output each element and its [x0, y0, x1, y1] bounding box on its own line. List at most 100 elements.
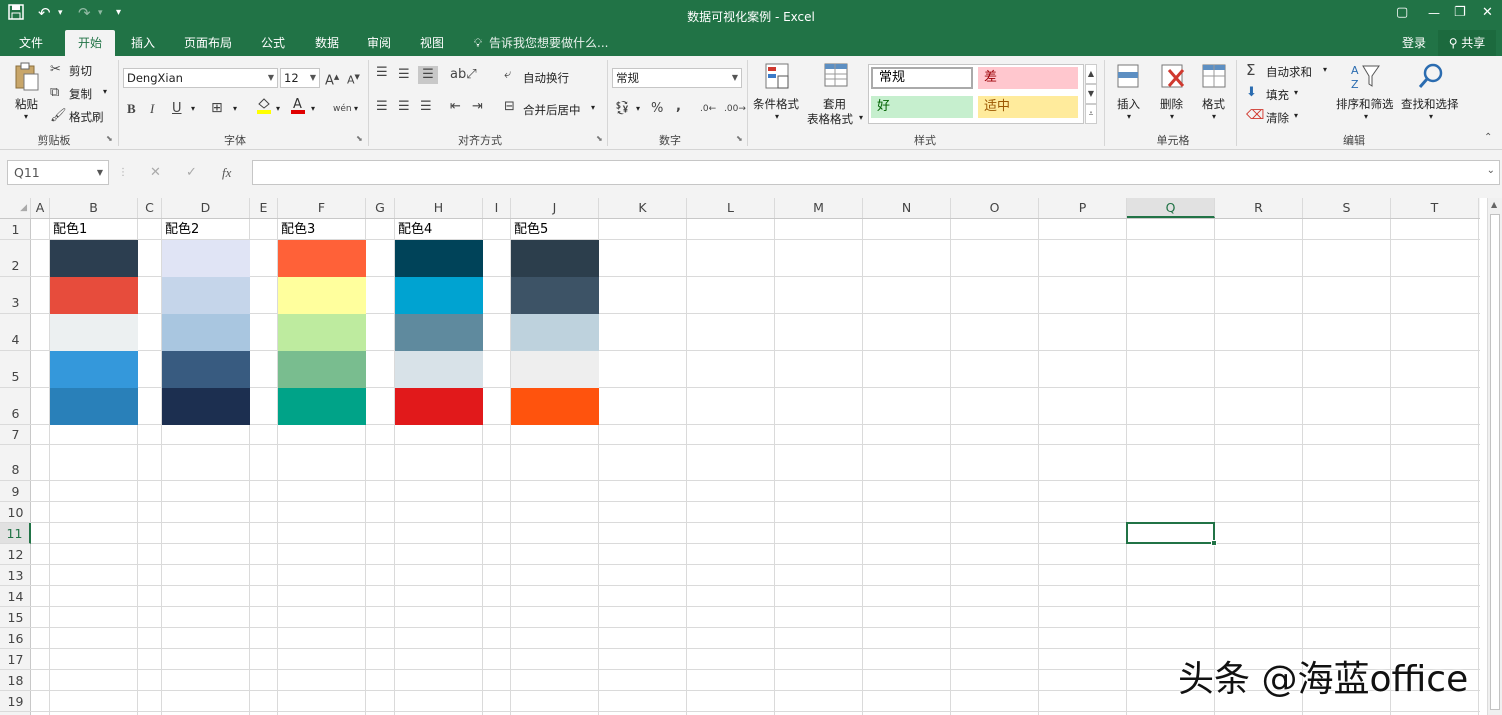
delete-cells-button[interactable]: 删除 — [1160, 96, 1183, 112]
align-top-icon[interactable]: ☰ — [376, 64, 388, 82]
tab-page-layout[interactable]: 页面布局 — [177, 30, 239, 56]
currency-dropdown-icon[interactable]: ▾ — [636, 104, 640, 113]
color-swatch[interactable] — [278, 314, 366, 351]
color-swatch[interactable] — [50, 351, 138, 388]
number-format-select[interactable]: 常规 ▼ — [612, 68, 742, 88]
increase-decimal-icon[interactable]: .0← — [700, 100, 716, 118]
fill-dropdown-icon[interactable]: ▾ — [1294, 88, 1298, 97]
row-header[interactable]: 10 — [0, 502, 31, 523]
color-swatch[interactable] — [278, 240, 366, 277]
column-header[interactable]: T — [1391, 198, 1479, 218]
color-swatch[interactable] — [162, 388, 250, 425]
tab-formulas[interactable]: 公式 — [252, 30, 294, 56]
insert-cells-dropdown-icon[interactable]: ▾ — [1127, 112, 1131, 121]
paste-dropdown-icon[interactable]: ▾ — [24, 112, 28, 121]
ribbon-display-icon[interactable]: ▢ — [1396, 3, 1408, 23]
increase-indent-icon[interactable]: ⇥ — [472, 98, 483, 116]
color-swatch[interactable] — [511, 314, 599, 351]
color-swatch[interactable] — [162, 314, 250, 351]
gallery-scroll-down-icon[interactable]: ▼ — [1085, 84, 1097, 104]
sort-filter-button[interactable]: 排序和筛选 — [1336, 96, 1394, 112]
clipboard-launcher-icon[interactable]: ⬊ — [106, 134, 113, 143]
row-header[interactable]: 14 — [0, 586, 31, 607]
italic-button[interactable]: I — [150, 100, 154, 118]
color-swatch[interactable] — [162, 351, 250, 388]
row-header[interactable]: 18 — [0, 670, 31, 691]
row-header[interactable]: 3 — [0, 277, 31, 314]
row-header[interactable]: 15 — [0, 607, 31, 628]
worksheet-grid[interactable]: 配色1 配色2 配色3 配色4 配色5 — [31, 219, 1480, 715]
share-button[interactable]: ⚲ 共享 — [1438, 30, 1496, 56]
column-header[interactable]: E — [250, 198, 278, 218]
underline-button[interactable]: U — [172, 100, 182, 118]
borders-icon[interactable]: ⊞ — [211, 99, 223, 117]
tab-data[interactable]: 数据 — [306, 30, 348, 56]
row-header[interactable]: 5 — [0, 351, 31, 388]
delete-cells-dropdown-icon[interactable]: ▾ — [1170, 112, 1174, 121]
format-cells-button[interactable]: 格式 — [1202, 96, 1225, 112]
color-swatch[interactable] — [395, 277, 483, 314]
color-swatch[interactable] — [511, 240, 599, 277]
wrap-text-button[interactable]: 自动换行 — [523, 70, 569, 86]
align-center-icon[interactable]: ☰ — [398, 98, 410, 116]
column-header[interactable]: J — [511, 198, 599, 218]
row-header[interactable]: 7 — [0, 425, 31, 445]
fill-color-dropdown-icon[interactable]: ▾ — [276, 104, 280, 113]
number-launcher-icon[interactable]: ⬊ — [736, 134, 743, 143]
row-header[interactable]: 12 — [0, 544, 31, 565]
grow-font-icon[interactable]: A▲ — [325, 68, 339, 90]
select-all-corner[interactable]: ◢ — [0, 198, 31, 218]
color-swatch[interactable] — [511, 388, 599, 425]
column-header[interactable]: O — [951, 198, 1039, 218]
name-box[interactable]: Q11 ▼ — [7, 160, 109, 185]
underline-dropdown-icon[interactable]: ▾ — [191, 104, 195, 113]
color-swatch[interactable] — [395, 351, 483, 388]
color-swatch[interactable] — [278, 351, 366, 388]
chevron-down-icon[interactable]: ▼ — [97, 161, 103, 184]
cancel-icon[interactable]: ✕ — [150, 164, 161, 182]
scroll-up-icon[interactable]: ▲ — [1491, 200, 1497, 209]
insert-function-icon[interactable]: fx — [222, 164, 231, 182]
paste-button[interactable]: 粘贴 — [15, 96, 38, 112]
cut-button[interactable]: 剪切 — [69, 63, 92, 79]
clear-dropdown-icon[interactable]: ▾ — [1294, 111, 1298, 120]
column-header[interactable]: P — [1039, 198, 1127, 218]
comma-button[interactable]: , — [676, 98, 681, 116]
row-header[interactable]: 11 — [0, 523, 31, 544]
style-neutral[interactable]: 适中 — [978, 96, 1078, 118]
row-header[interactable]: 16 — [0, 628, 31, 649]
copy-dropdown-icon[interactable]: ▾ — [103, 87, 107, 96]
color-swatch[interactable] — [395, 314, 483, 351]
bold-button[interactable]: B — [127, 100, 136, 118]
autosum-button[interactable]: 自动求和 — [1266, 64, 1312, 80]
format-as-table-button[interactable]: 套用 — [823, 96, 846, 112]
copy-button[interactable]: 复制 — [69, 86, 92, 102]
column-header[interactable]: B — [50, 198, 138, 218]
align-middle-icon[interactable]: ☰ — [398, 66, 410, 84]
palette-label[interactable]: 配色1 — [53, 221, 87, 239]
palette-label[interactable]: 配色5 — [514, 221, 548, 239]
fill-handle[interactable] — [1211, 540, 1217, 546]
phonetic-icon[interactable]: wén — [333, 100, 352, 118]
vertical-scrollbar[interactable]: ▲ — [1487, 198, 1502, 715]
row-header[interactable]: 6 — [0, 388, 31, 425]
clear-button[interactable]: 清除 — [1266, 110, 1289, 126]
paste-icon[interactable] — [12, 62, 42, 94]
font-color-dropdown-icon[interactable]: ▾ — [311, 104, 315, 113]
find-dropdown-icon[interactable]: ▾ — [1429, 112, 1433, 121]
close-icon[interactable]: ✕ — [1482, 3, 1493, 23]
align-right-icon[interactable]: ☰ — [420, 98, 432, 116]
expand-formula-icon[interactable]: ⌄ — [1487, 165, 1495, 176]
color-swatch[interactable] — [162, 240, 250, 277]
color-swatch[interactable] — [395, 388, 483, 425]
row-header[interactable]: 4 — [0, 314, 31, 351]
style-bad[interactable]: 差 — [978, 67, 1078, 89]
color-swatch[interactable] — [50, 314, 138, 351]
row-header[interactable]: 19 — [0, 691, 31, 712]
color-swatch[interactable] — [50, 277, 138, 314]
collapse-ribbon-icon[interactable]: ⌃ — [1484, 132, 1492, 143]
phonetic-dropdown-icon[interactable]: ▾ — [354, 104, 358, 113]
find-select-button[interactable]: 查找和选择 — [1401, 96, 1459, 112]
autosum-dropdown-icon[interactable]: ▾ — [1323, 65, 1327, 74]
table-format-dropdown-icon[interactable]: ▾ — [859, 113, 863, 122]
